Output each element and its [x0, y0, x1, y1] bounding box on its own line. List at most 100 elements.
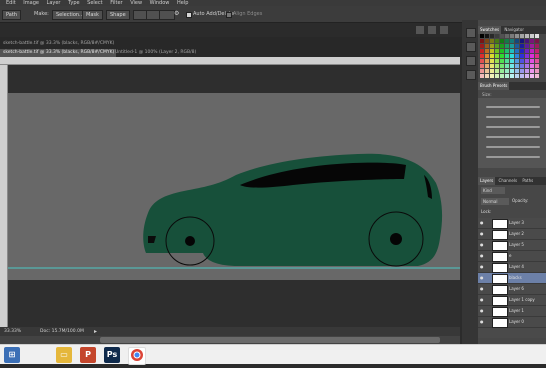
ruler-left[interactable] [0, 65, 8, 327]
swatch-cell[interactable] [520, 74, 524, 78]
swatch-cell[interactable] [480, 49, 484, 53]
brush-stroke[interactable] [486, 146, 540, 148]
swatch-cell[interactable] [490, 54, 494, 58]
swatch-cell[interactable] [515, 44, 519, 48]
tab-navigator[interactable]: Navigator [502, 26, 526, 34]
swatch-cell[interactable] [500, 74, 504, 78]
swatch-cell[interactable] [485, 74, 489, 78]
tab-channels[interactable]: Channels [497, 177, 520, 185]
swatch-cell[interactable] [480, 39, 484, 43]
swatch-cell[interactable] [495, 39, 499, 43]
layer-row[interactable]: ● Layer 0 [478, 317, 546, 328]
swatch-cell[interactable] [490, 34, 494, 38]
layer-row[interactable]: ● Layer 1 [478, 306, 546, 317]
layer-row[interactable]: ● Layer 4 [478, 262, 546, 273]
gear-icon[interactable]: ⚙ [174, 11, 179, 17]
swatch-cell[interactable] [535, 44, 539, 48]
tab-doc-3[interactable]: Untitled-1 @ 100% (Layer 2, RGB/8) [112, 49, 218, 57]
swatch-cell[interactable] [500, 59, 504, 63]
swatch-cell[interactable] [480, 69, 484, 73]
swatch-cell[interactable] [480, 74, 484, 78]
swatch-cell[interactable] [505, 69, 509, 73]
swatch-cell[interactable] [520, 39, 524, 43]
swatch-cell[interactable] [485, 69, 489, 73]
swatch-cell[interactable] [515, 59, 519, 63]
swatch-cell[interactable] [535, 49, 539, 53]
swatch-cell[interactable] [495, 59, 499, 63]
tab-doc-1[interactable]: sketch-battle.tif @ 33.3% (blacks, RGB/8… [0, 39, 126, 49]
swatch-cell[interactable] [530, 39, 534, 43]
horizontal-scrollbar[interactable] [0, 336, 460, 344]
swatch-cell[interactable] [525, 64, 529, 68]
minimize-icon[interactable] [416, 26, 424, 34]
swatch-cell[interactable] [535, 64, 539, 68]
swatch-cell[interactable] [485, 49, 489, 53]
swatch-cell[interactable] [480, 44, 484, 48]
swatch-cell[interactable] [480, 59, 484, 63]
swatch-cell[interactable] [515, 39, 519, 43]
swatch-cell[interactable] [515, 54, 519, 58]
swatch-cell[interactable] [495, 49, 499, 53]
swatch-cell[interactable] [485, 44, 489, 48]
swatch-cell[interactable] [530, 64, 534, 68]
tab-layers[interactable]: Layers [478, 177, 496, 185]
swatch-cell[interactable] [495, 54, 499, 58]
mask-button[interactable]: Mask [82, 10, 103, 20]
swatch-cell[interactable] [505, 59, 509, 63]
swatch-cell[interactable] [495, 74, 499, 78]
swatch-cell[interactable] [490, 49, 494, 53]
swatch-cell[interactable] [480, 54, 484, 58]
swatch-cell[interactable] [525, 69, 529, 73]
restore-icon[interactable] [428, 26, 436, 34]
align-edges-checkbox[interactable] [226, 12, 232, 18]
swatch-cell[interactable] [510, 74, 514, 78]
tab-doc-2[interactable]: sketch-battle.tif @ 33.3% (blacks, RGB/8… [0, 49, 116, 57]
swatch-cell[interactable] [485, 39, 489, 43]
blend-mode-select[interactable]: Normal [481, 198, 509, 205]
swatch-cell[interactable] [500, 34, 504, 38]
swatch-cell[interactable] [500, 69, 504, 73]
visibility-eye-icon[interactable]: ● [480, 309, 484, 313]
swatch-cell[interactable] [515, 74, 519, 78]
swatch-cell[interactable] [500, 64, 504, 68]
swatch-cell[interactable] [525, 34, 529, 38]
swatch-cell[interactable] [505, 64, 509, 68]
swatch-cell[interactable] [530, 49, 534, 53]
swatch-cell[interactable] [490, 44, 494, 48]
swatch-cell[interactable] [485, 59, 489, 63]
swatch-cell[interactable] [510, 34, 514, 38]
swatch-cell[interactable] [520, 59, 524, 63]
swatch-cell[interactable] [490, 59, 494, 63]
auto-add-checkbox[interactable] [186, 12, 192, 18]
layer-kind-filter[interactable]: Kind [481, 187, 505, 194]
swatch-cell[interactable] [520, 54, 524, 58]
swatch-cell[interactable] [485, 54, 489, 58]
swatch-cell[interactable] [495, 34, 499, 38]
brush-icon[interactable] [466, 56, 476, 66]
swatch-cell[interactable] [520, 44, 524, 48]
swatch-cell[interactable] [510, 59, 514, 63]
swatch-cell[interactable] [510, 54, 514, 58]
ruler-top[interactable] [0, 57, 460, 65]
swatch-cell[interactable] [495, 44, 499, 48]
swatch-cell[interactable] [530, 69, 534, 73]
photoshop-icon[interactable]: Ps [104, 347, 120, 363]
layer-row[interactable]: ● Layer 2 [478, 229, 546, 240]
swatch-cell[interactable] [535, 34, 539, 38]
swatch-cell[interactable] [520, 69, 524, 73]
swatch-cell[interactable] [505, 44, 509, 48]
swatch-cell[interactable] [510, 69, 514, 73]
chrome-icon[interactable] [128, 347, 146, 365]
scroll-thumb[interactable] [100, 337, 440, 343]
visibility-eye-icon[interactable]: ● [480, 232, 484, 236]
swatch-cell[interactable] [490, 74, 494, 78]
visibility-eye-icon[interactable]: ● [480, 320, 484, 324]
layer-row[interactable]: ● Layer 5 [478, 240, 546, 251]
swatch-cell[interactable] [485, 64, 489, 68]
visibility-eye-icon[interactable]: ● [480, 276, 484, 280]
layer-row[interactable]: ● e [478, 251, 546, 262]
swatch-cell[interactable] [510, 39, 514, 43]
swatch-cell[interactable] [510, 64, 514, 68]
visibility-eye-icon[interactable]: ● [480, 265, 484, 269]
tab-swatches[interactable]: Swatches [478, 26, 502, 34]
